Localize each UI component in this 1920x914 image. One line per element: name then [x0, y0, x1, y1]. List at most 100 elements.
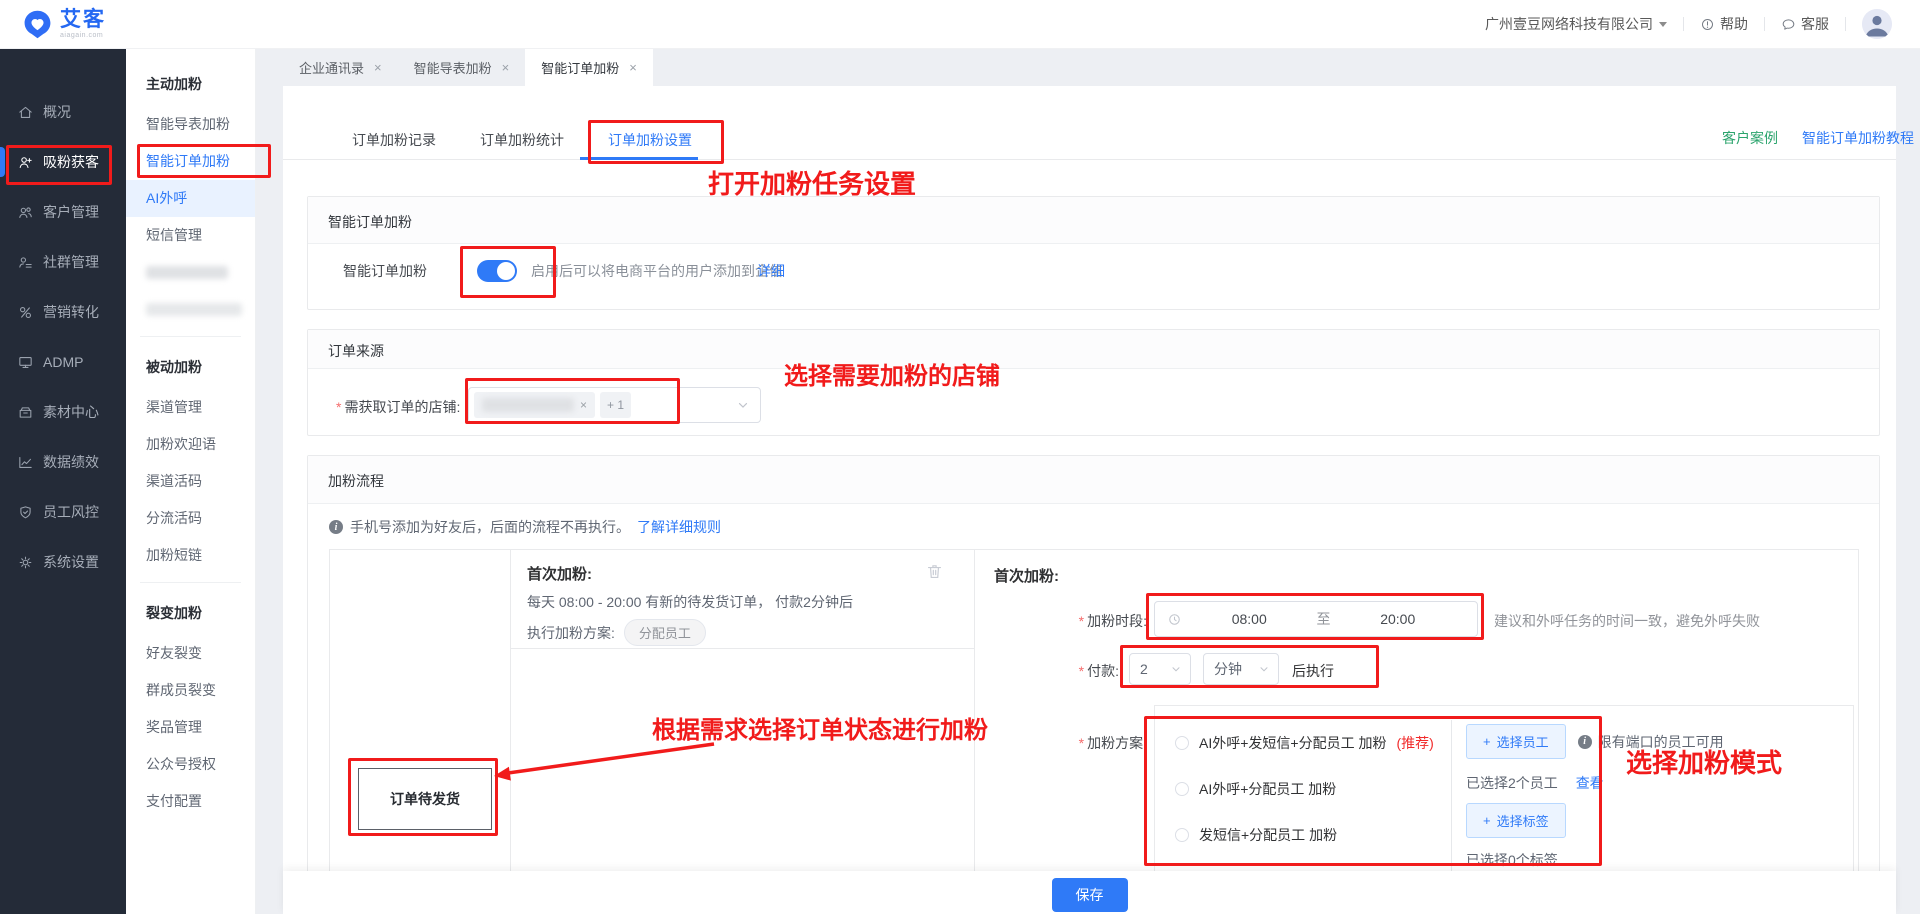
- pay-unit-select[interactable]: 分钟: [1203, 653, 1279, 685]
- submenu-item[interactable]: 好友裂变: [126, 635, 255, 672]
- page-tab[interactable]: 订单加粉记录: [352, 120, 436, 160]
- period-start[interactable]: 08:00: [1182, 611, 1317, 627]
- page-tab[interactable]: 订单加粉设置: [608, 120, 692, 160]
- page-tab[interactable]: 订单加粉统计: [480, 120, 564, 160]
- shop-select[interactable]: × + 1: [468, 387, 761, 423]
- radio-icon[interactable]: [1175, 828, 1189, 842]
- plan-option-label: AI外呼+分配员工 加粉: [1199, 779, 1336, 799]
- plan-option[interactable]: AI外呼+发短信+分配员工 加粉(推荐): [1175, 720, 1451, 766]
- toggle-desc: 启用后可以将电商平台的用户添加到企信: [531, 261, 783, 281]
- trash-icon[interactable]: [925, 562, 944, 581]
- divider: [1683, 17, 1684, 31]
- order-status-node[interactable]: 订单待发货: [358, 768, 492, 830]
- view-staff-link[interactable]: 查看: [1576, 775, 1604, 791]
- plus-icon: +: [1483, 813, 1491, 828]
- period-end[interactable]: 20:00: [1331, 611, 1466, 627]
- sidebar-item-label: 客户管理: [43, 202, 99, 222]
- shop-select-label: *需获取订单的店铺:: [336, 397, 460, 417]
- submenu-item[interactable]: 智能导表加粉: [126, 106, 255, 143]
- order-source-card: 订单来源 *需获取订单的店铺: × + 1: [307, 329, 1880, 436]
- submenu-item[interactable]: [126, 254, 255, 291]
- material-icon: [17, 404, 34, 421]
- sidebar-item-home[interactable]: 概况: [0, 87, 126, 137]
- window-tab[interactable]: 企业通讯录×: [283, 49, 398, 86]
- plan-option[interactable]: AI外呼+分配员工 加粉: [1175, 766, 1451, 812]
- sidebar-item-material[interactable]: 素材中心: [0, 387, 126, 437]
- submenu-item[interactable]: 群成员裂变: [126, 672, 255, 709]
- home-icon: [17, 104, 34, 121]
- company-switcher[interactable]: 广州壹豆网络科技有限公司: [1485, 14, 1667, 34]
- tutorial-link[interactable]: 智能订单加粉教程: [1802, 128, 1914, 148]
- chevron-down-icon: [1659, 22, 1667, 27]
- sidebar-item-label: 概况: [43, 102, 71, 122]
- chat-icon: [1781, 17, 1796, 32]
- window-tab[interactable]: 智能订单加粉 ×: [525, 49, 653, 86]
- submenu-item[interactable]: 渠道管理: [126, 389, 255, 426]
- sidebar-item-users[interactable]: 客户管理: [0, 187, 126, 237]
- app-logo[interactable]: 艾客 aiagain.com: [22, 9, 106, 40]
- submenu-item[interactable]: 短信管理: [126, 217, 255, 254]
- close-icon[interactable]: ×: [629, 60, 637, 75]
- sidebar-item-chart[interactable]: 数据绩效: [0, 437, 126, 487]
- required-mark: *: [1079, 735, 1084, 751]
- select-staff-button[interactable]: +选择员工: [1466, 724, 1566, 759]
- recommend-badge: (推荐): [1396, 733, 1433, 753]
- admp-icon: [17, 354, 34, 371]
- window-tab-label: 智能导表加粉: [414, 58, 492, 77]
- submenu-item[interactable]: 分流活码: [126, 500, 255, 537]
- submenu-item[interactable]: 加粉短链: [126, 537, 255, 574]
- sidebar-item-group[interactable]: 社群管理: [0, 237, 126, 287]
- dark-sidebar-nav: 概况吸粉获客客户管理社群管理营销转化ADMP素材中心数据绩效员工风控系统设置: [0, 49, 126, 914]
- submenu-item[interactable]: [126, 291, 255, 328]
- pay-value-select[interactable]: 2: [1129, 653, 1191, 685]
- user-avatar[interactable]: [1862, 9, 1892, 39]
- toggle-knob: [497, 262, 515, 280]
- help-link[interactable]: 帮助: [1700, 14, 1748, 34]
- select-tag-button[interactable]: +选择标签: [1466, 803, 1566, 838]
- plan-option-label: 发短信+分配员工 加粉: [1199, 825, 1337, 845]
- submenu-item[interactable]: AI外呼: [126, 180, 255, 217]
- sidebar-item-useradd[interactable]: 吸粉获客: [0, 137, 126, 187]
- submenu-group-title: 裂变加粉: [126, 591, 255, 635]
- radio-icon[interactable]: [1175, 736, 1189, 750]
- active-tab-underline: [580, 157, 698, 160]
- sidebar-item-admp[interactable]: ADMP: [0, 337, 126, 387]
- submenu-item[interactable]: 支付配置: [126, 783, 255, 820]
- window-tabbar: 企业通讯录× 智能导表加粉 × 智能订单加粉 ×: [283, 49, 653, 86]
- active-indicator: [0, 147, 5, 177]
- submenu-item[interactable]: 加粉欢迎语: [126, 426, 255, 463]
- divider: [140, 336, 241, 337]
- window-tab[interactable]: 智能导表加粉 ×: [398, 49, 526, 86]
- remove-tag-icon[interactable]: ×: [580, 398, 587, 412]
- close-icon[interactable]: ×: [374, 60, 382, 75]
- customer-case-link[interactable]: 客户案例: [1722, 128, 1778, 148]
- brand-domain: aiagain.com: [60, 32, 106, 39]
- smart-order-toggle[interactable]: [477, 260, 517, 282]
- submenu-item[interactable]: 智能订单加粉: [126, 143, 255, 180]
- submenu-item[interactable]: 奖品管理: [126, 709, 255, 746]
- period-time-range[interactable]: 08:00 至 20:00: [1154, 601, 1478, 637]
- sidebar-item-convert[interactable]: 营销转化: [0, 287, 126, 337]
- sidebar-item-gear[interactable]: 系统设置: [0, 537, 126, 587]
- redacted-text: [146, 303, 242, 316]
- required-mark: *: [1079, 663, 1084, 679]
- submenu-item[interactable]: 渠道活码: [126, 463, 255, 500]
- plan-option[interactable]: 发短信+分配员工 加粉: [1175, 812, 1451, 858]
- period-label: *加粉时段:: [994, 611, 1147, 631]
- help-label: 帮助: [1720, 14, 1748, 34]
- required-mark: *: [336, 399, 341, 415]
- radio-icon[interactable]: [1175, 782, 1189, 796]
- staff-note: i 限有端口的员工可用: [1578, 732, 1724, 752]
- sidebar-item-label: 吸粉获客: [43, 152, 99, 172]
- sidebar-item-shield[interactable]: 员工风控: [0, 487, 126, 537]
- form-title: 首次加粉:: [994, 565, 1059, 586]
- window-tab-label: 智能订单加粉: [541, 58, 619, 77]
- notice-text: 手机号添加为好友后，后面的流程不再执行。: [350, 517, 630, 537]
- rules-link[interactable]: 了解详细规则: [637, 517, 721, 537]
- close-icon[interactable]: ×: [502, 60, 510, 75]
- divider: [1764, 17, 1765, 31]
- support-link[interactable]: 客服: [1781, 14, 1829, 34]
- submenu-item[interactable]: 公众号授权: [126, 746, 255, 783]
- detail-link[interactable]: 详细: [757, 261, 785, 281]
- save-button[interactable]: 保存: [1052, 878, 1128, 912]
